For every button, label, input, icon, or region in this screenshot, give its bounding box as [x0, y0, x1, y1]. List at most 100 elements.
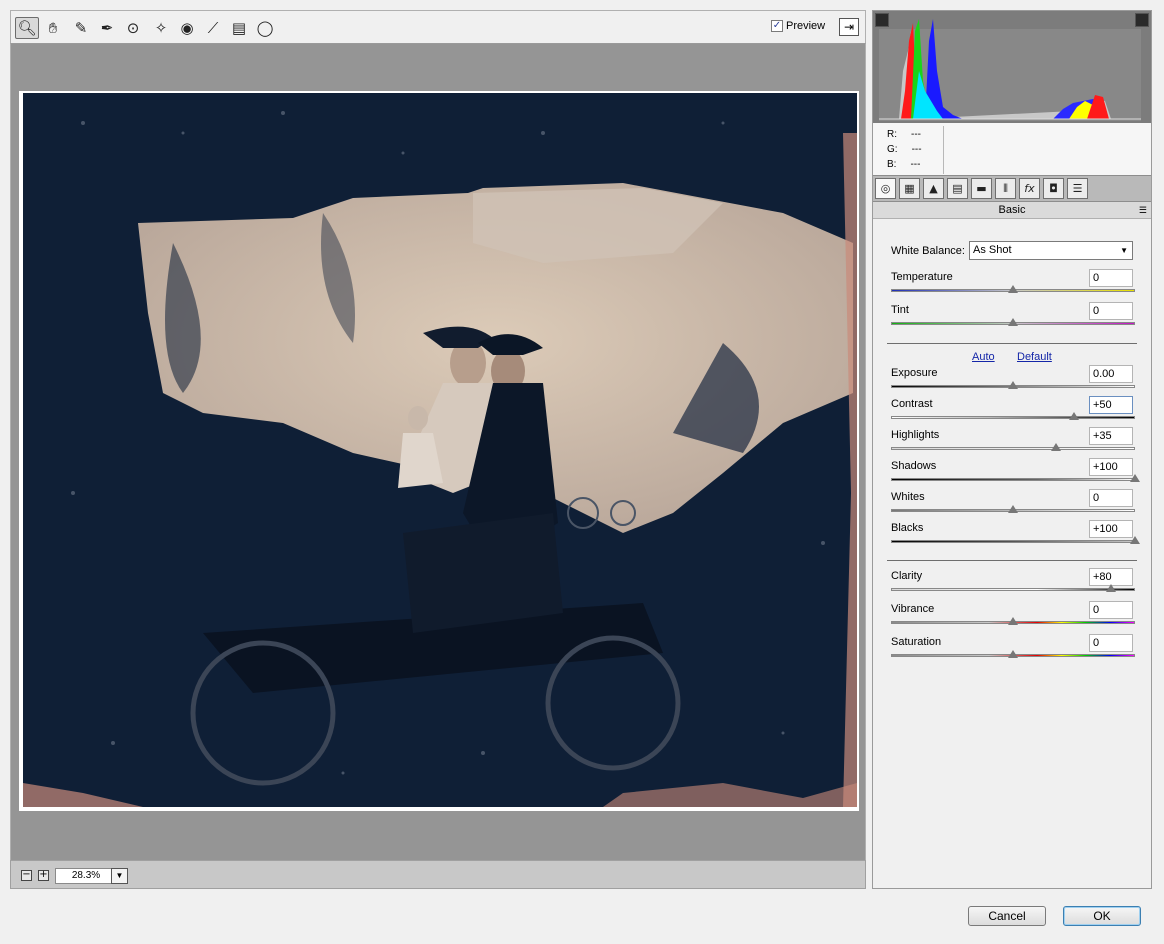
zoom-out-button[interactable]: − [21, 870, 32, 881]
histogram-graph [879, 19, 1141, 121]
slider-track[interactable] [891, 416, 1135, 419]
preview-toggle[interactable]: ✓ Preview [771, 20, 825, 32]
histogram [873, 11, 1151, 123]
slider-label: Temperature [891, 271, 953, 283]
slider-thumb[interactable] [1105, 584, 1116, 592]
photo-image [23, 93, 857, 807]
tab-hsl-icon[interactable]: ▤ [947, 178, 968, 199]
tab-presets-icon[interactable]: ☰ [1067, 178, 1088, 199]
slider-value-field[interactable]: 0 [1089, 302, 1133, 320]
slider-thumb[interactable] [1008, 285, 1018, 293]
slider-label: Contrast [891, 398, 933, 410]
ok-button[interactable]: OK [1063, 906, 1141, 926]
slider-contrast: Contrast +50 [891, 396, 1135, 426]
readout-divider [943, 126, 944, 174]
zoom-tool-icon[interactable]: 🔍︎ [15, 17, 39, 39]
auto-link[interactable]: Auto [972, 351, 995, 363]
slider-label: Exposure [891, 367, 938, 379]
slider-exposure: Exposure 0.00 [891, 365, 1135, 395]
graduated-filter-icon[interactable]: ▤ [227, 17, 251, 39]
slider-label: Whites [891, 491, 925, 503]
tab-effects-icon[interactable]: fx [1019, 178, 1040, 199]
slider-value-field[interactable]: +100 [1089, 520, 1133, 538]
fullscreen-toggle-icon[interactable]: ⇥ [839, 18, 859, 36]
toolbar: 🔍︎ ✋︎ ✎ ✒ ⊙ ✧ ◉ ⟋ ▤ ◯ ✓ Preview ⇥ [10, 10, 866, 44]
slider-track[interactable] [891, 478, 1135, 481]
slider-label: Vibrance [891, 603, 935, 615]
white-balance-label: White Balance: [891, 245, 965, 257]
panel-menu-icon[interactable]: ☰ [1139, 202, 1147, 218]
zoom-dropdown-icon[interactable]: ▼ [111, 868, 128, 884]
targeted-adjustment-tool-icon[interactable]: ⊙ [121, 17, 145, 39]
slider-label: Blacks [891, 522, 924, 534]
slider-thumb[interactable] [1130, 474, 1140, 482]
slider-value-field[interactable]: 0.00 [1089, 365, 1133, 383]
cancel-button[interactable]: Cancel [968, 906, 1046, 926]
white-balance-tool-icon[interactable]: ✎ [69, 17, 93, 39]
tab-tone-curve-icon[interactable]: ▦ [899, 178, 920, 199]
slider-thumb[interactable] [1008, 381, 1018, 389]
color-sampler-tool-icon[interactable]: ✒ [95, 17, 119, 39]
r-label: R: [887, 129, 897, 140]
tab-camera-calibration-icon[interactable]: ◘ [1043, 178, 1064, 199]
preview-label: Preview [786, 20, 826, 32]
slider-thumb[interactable] [1008, 617, 1018, 625]
slider-whites: Whites 0 [891, 489, 1135, 519]
slider-label: Tint [891, 304, 909, 316]
slider-value-field[interactable]: 0 [1089, 489, 1133, 507]
slider-thumb[interactable] [1008, 650, 1018, 658]
slider-value-field[interactable]: +50 [1089, 396, 1133, 414]
slider-label: Saturation [891, 636, 942, 648]
slider-value-field[interactable]: +100 [1089, 458, 1133, 476]
section-divider [887, 560, 1137, 561]
slider-clarity: Clarity +80 [891, 568, 1135, 598]
tab-lens-corrections-icon[interactable]: ⦀ [995, 178, 1016, 199]
slider-thumb[interactable] [1008, 318, 1018, 326]
photo-preview [19, 91, 859, 811]
slider-track[interactable] [891, 588, 1135, 591]
red-eye-tool-icon[interactable]: ◉ [175, 17, 199, 39]
g-label: G: [887, 144, 898, 155]
slider-track[interactable] [891, 540, 1135, 543]
hand-tool-icon[interactable]: ✋︎ [41, 17, 65, 39]
slider-value-field[interactable]: 0 [1089, 269, 1133, 287]
section-divider [887, 343, 1137, 344]
zoom-in-button[interactable]: + [38, 870, 49, 881]
tab-basic-icon[interactable]: ◎ [875, 178, 896, 199]
adjustment-panel: R: --- G: --- B: --- ◎ ▦ ▲ ▤ ▬ ⦀ fx ◘ ☰ Bas… [872, 10, 1152, 889]
slider-thumb[interactable] [1050, 443, 1061, 451]
slider-temperature: Temperature 0 [891, 269, 1135, 299]
slider-saturation: Saturation 0 [891, 634, 1135, 664]
spot-removal-tool-icon[interactable]: ✧ [149, 17, 173, 39]
slider-thumb[interactable] [1130, 536, 1140, 544]
tab-detail-icon[interactable]: ▲ [923, 178, 944, 199]
preview-checkbox[interactable]: ✓ [771, 20, 783, 32]
slider-vibrance: Vibrance 0 [891, 601, 1135, 631]
slider-blacks: Blacks +100 [891, 520, 1140, 550]
r-value: --- [911, 129, 921, 140]
radial-filter-icon[interactable]: ◯ [253, 17, 277, 39]
slider-thumb[interactable] [1069, 412, 1079, 420]
image-preview-area [10, 44, 866, 860]
panel-title-text: Basic [998, 204, 1026, 216]
slider-label: Shadows [891, 460, 937, 472]
b-label: B: [887, 159, 897, 170]
slider-value-field[interactable]: 0 [1089, 634, 1133, 652]
g-value: --- [911, 144, 922, 155]
zoom-level-field[interactable]: 28.3% [55, 868, 117, 884]
white-balance-value: As Shot [973, 244, 1012, 256]
slider-track[interactable] [891, 447, 1135, 450]
white-balance-select[interactable]: As Shot ▼ [969, 241, 1133, 260]
slider-value-field[interactable]: 0 [1089, 601, 1133, 619]
slider-value-field[interactable]: +35 [1089, 427, 1133, 445]
zoom-bar: − + 28.3% ▼ [10, 860, 866, 889]
adjustment-brush-icon[interactable]: ⟋ [201, 17, 225, 39]
photo-illustration [23, 93, 857, 807]
slider-label: Clarity [891, 570, 923, 582]
slider-label: Highlights [891, 429, 940, 441]
tab-split-toning-icon[interactable]: ▬ [971, 178, 992, 199]
b-value: --- [910, 159, 921, 170]
slider-thumb[interactable] [1008, 505, 1018, 513]
chevron-down-icon: ▼ [1120, 246, 1128, 255]
default-link[interactable]: Default [1017, 351, 1052, 363]
